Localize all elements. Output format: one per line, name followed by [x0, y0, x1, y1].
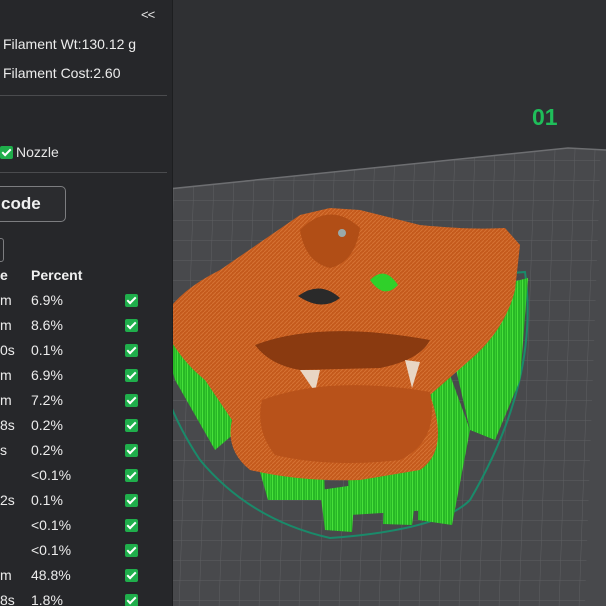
feature-visibility-checkbox[interactable] — [125, 369, 138, 382]
feature-percent: 6.9% — [31, 367, 63, 383]
slice-statistics-panel: << Filament Wt:130.12 g Filament Cost:2.… — [0, 0, 173, 606]
feature-visibility-checkbox[interactable] — [125, 294, 138, 307]
feature-percent: <0.1% — [31, 542, 72, 558]
filament-cost: Filament Cost:2.60 — [3, 65, 121, 81]
feature-visibility-checkbox[interactable] — [125, 319, 138, 332]
feature-row[interactable]: 8s 0.2% — [0, 417, 172, 442]
feature-visibility-checkbox[interactable] — [125, 569, 138, 582]
feature-row[interactable]: 2s 0.1% — [0, 492, 172, 517]
feature-row[interactable]: s 0.2% — [0, 442, 172, 467]
feature-visibility-checkbox[interactable] — [125, 494, 138, 507]
gcode-button-label: code — [1, 194, 41, 213]
column-header-percent: Percent — [31, 267, 83, 283]
feature-row[interactable]: <0.1% — [0, 542, 172, 567]
feature-time: m — [0, 317, 12, 333]
feature-time: 0s — [0, 342, 15, 358]
feature-time: m — [0, 367, 12, 383]
plate-number[interactable]: 01 — [532, 104, 558, 131]
feature-row[interactable]: <0.1% — [0, 467, 172, 492]
feature-row[interactable]: m 6.9% — [0, 367, 172, 392]
feature-row[interactable]: 0s 0.1% — [0, 342, 172, 367]
feature-time: 8s — [0, 417, 15, 433]
feature-percent: 0.2% — [31, 442, 63, 458]
export-gcode-button[interactable]: code — [0, 186, 66, 222]
feature-row[interactable]: <0.1% — [0, 517, 172, 542]
feature-row[interactable]: m 8.6% — [0, 317, 172, 342]
feature-time: m — [0, 392, 12, 408]
collapse-panel-button[interactable]: << — [141, 7, 155, 22]
feature-time: 8s — [0, 592, 15, 606]
feature-visibility-checkbox[interactable] — [125, 469, 138, 482]
feature-row[interactable]: m 6.9% — [0, 292, 172, 317]
feature-percent: 0.2% — [31, 417, 63, 433]
nozzle-checkbox[interactable] — [0, 145, 13, 159]
feature-time: m — [0, 567, 12, 583]
feature-percent: 8.6% — [31, 317, 63, 333]
filament-weight: Filament Wt:130.12 g — [3, 36, 137, 52]
feature-visibility-checkbox[interactable] — [125, 519, 138, 532]
feature-time: m — [0, 292, 12, 308]
feature-time: s — [0, 442, 7, 458]
feature-percent: 48.8% — [31, 567, 71, 583]
feature-percent: <0.1% — [31, 517, 72, 533]
nozzle-label: Nozzle — [16, 144, 59, 160]
feature-row[interactable]: m 7.2% — [0, 392, 172, 417]
feature-visibility-checkbox[interactable] — [125, 419, 138, 432]
feature-visibility-checkbox[interactable] — [125, 594, 138, 606]
feature-row[interactable]: m 48.8% — [0, 567, 172, 592]
column-header-time: e — [0, 267, 8, 283]
view-type-select[interactable] — [0, 238, 4, 262]
feature-percent: 7.2% — [31, 392, 63, 408]
feature-percent: <0.1% — [31, 467, 72, 483]
feature-percent: 0.1% — [31, 492, 63, 508]
feature-percent: 6.9% — [31, 292, 63, 308]
feature-visibility-checkbox[interactable] — [125, 344, 138, 357]
feature-percent: 0.1% — [31, 342, 63, 358]
feature-time: 2s — [0, 492, 15, 508]
feature-percent: 1.8% — [31, 592, 63, 606]
feature-row[interactable]: 8s 1.8% — [0, 592, 172, 606]
nozzle-toggle[interactable]: Nozzle — [0, 144, 59, 160]
feature-visibility-checkbox[interactable] — [125, 394, 138, 407]
feature-visibility-checkbox[interactable] — [125, 444, 138, 457]
divider — [0, 172, 167, 173]
divider — [0, 95, 167, 96]
feature-visibility-checkbox[interactable] — [125, 544, 138, 557]
